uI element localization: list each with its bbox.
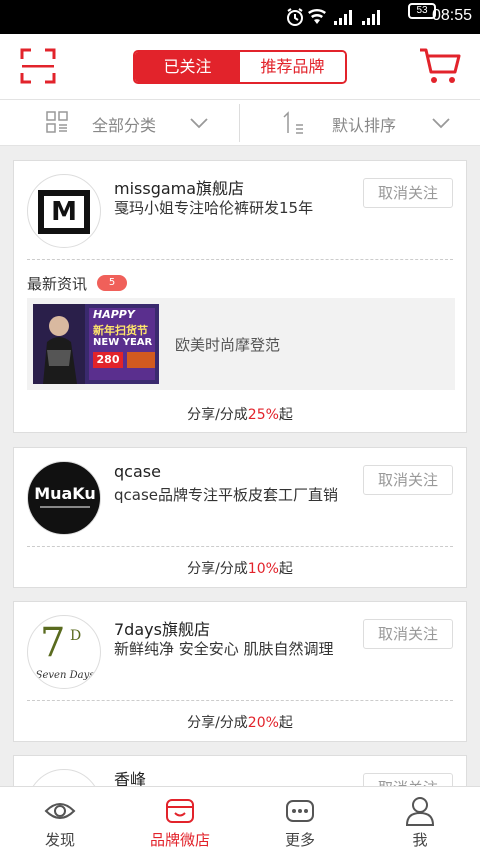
tab-more[interactable]: 更多 [240,787,360,854]
signal-icon [334,10,352,25]
missgama-logo-mark: M [38,190,90,234]
cart-icon[interactable] [418,46,462,86]
brand-card[interactable]: MuaKu qcase qcase品牌专注平板皮套工厂直销 取消关注 分享/分成… [13,447,467,588]
banner-tag [127,352,155,368]
brand-description: 戛玛小姐专注哈伦裤研发15年 [114,199,314,217]
tab-following[interactable]: 已关注 [135,52,240,82]
news-count-badge: 5 [97,275,127,291]
brand-name[interactable]: 香峰 [114,766,146,786]
unfollow-button[interactable]: 取消关注 [363,178,453,208]
dashed-divider [27,259,453,260]
dashed-divider [27,700,453,701]
bottom-tab-bar: 发现 品牌微店 更多 我 [0,786,480,854]
category-grid-icon [46,111,68,133]
status-icons [287,8,380,26]
scan-icon[interactable] [20,48,56,84]
tab-me[interactable]: 我 [360,787,480,854]
brand-description: qcase品牌专注平板皮套工厂直销 [114,486,339,504]
news-text: 欧美时尚摩登范 [175,336,281,354]
share-commission: 分享/分成20%起 [187,715,293,731]
filter-bar: 全部分类 默认排序 [0,100,480,146]
chevron-down-icon [432,118,450,129]
brand-card[interactable]: M missgama旗舰店 戛玛小姐专注哈伦裤研发15年 取消关注 最新资讯 5… [13,160,467,433]
news-thumbnail: HAPPY 新年扫货节 NEW YEAR 280 [33,304,159,384]
tab-brand-store[interactable]: 品牌微店 [120,787,240,854]
tab-label: 品牌微店 [149,831,210,849]
wifi-icon [308,9,326,24]
sort-filter-label: 默认排序 [332,116,397,135]
brand-logo[interactable] [27,769,101,786]
share-commission: 分享/分成10%起 [187,561,293,577]
tab-label: 我 [412,831,428,849]
brand-name[interactable]: 7days旗舰店 [114,616,210,640]
follow-segmented-control: 已关注 推荐品牌 [133,50,347,84]
tab-label: 发现 [44,831,75,849]
chevron-down-icon [190,118,208,129]
logo-underline [40,506,90,508]
brand-logo[interactable]: 7 D Seven Days [27,615,101,689]
unfollow-button[interactable]: 取消关注 [363,465,453,495]
brand-name[interactable]: missgama旗舰店 [114,175,244,199]
category-filter-label: 全部分类 [92,116,157,135]
brand-card[interactable]: 香峰 取消关注 [13,755,467,786]
sort-filter[interactable]: 默认排序 [240,100,480,146]
alarm-icon [287,8,303,26]
brand-logo[interactable]: M [27,174,101,248]
status-time: 08:55 [431,7,472,24]
more-dots-icon [286,800,314,822]
brand-name[interactable]: qcase [114,462,161,481]
unfollow-button[interactable]: 取消关注 [363,773,453,786]
tab-recommended-brands[interactable]: 推荐品牌 [240,52,345,82]
share-commission: 分享/分成25%起 [187,407,293,423]
signal-icon-2 [362,10,380,25]
tab-discover[interactable]: 发现 [0,787,120,854]
status-bar: 53 08:55 [0,0,480,34]
dashed-divider [27,546,453,547]
unfollow-button[interactable]: 取消关注 [363,619,453,649]
brand-description: 新鲜纯净 安全安心 肌肤自然调理 [114,640,334,658]
person-icon [405,797,435,826]
latest-news-title: 最新资讯 [27,275,88,293]
sort-icon [283,111,303,134]
brand-card[interactable]: 7 D Seven Days 7days旗舰店 新鲜纯净 安全安心 肌肤自然调理… [13,601,467,742]
tab-label: 更多 [284,831,315,849]
eye-icon [44,803,76,819]
top-bar: 已关注 推荐品牌 [0,34,480,100]
shop-icon [166,799,194,823]
news-item[interactable]: HAPPY 新年扫货节 NEW YEAR 280 欧美时尚摩登范 [27,298,455,390]
category-filter[interactable]: 全部分类 [0,100,240,146]
brand-list[interactable]: M missgama旗舰店 戛玛小姐专注哈伦裤研发15年 取消关注 最新资讯 5… [0,146,480,786]
brand-logo[interactable]: MuaKu [27,461,101,535]
